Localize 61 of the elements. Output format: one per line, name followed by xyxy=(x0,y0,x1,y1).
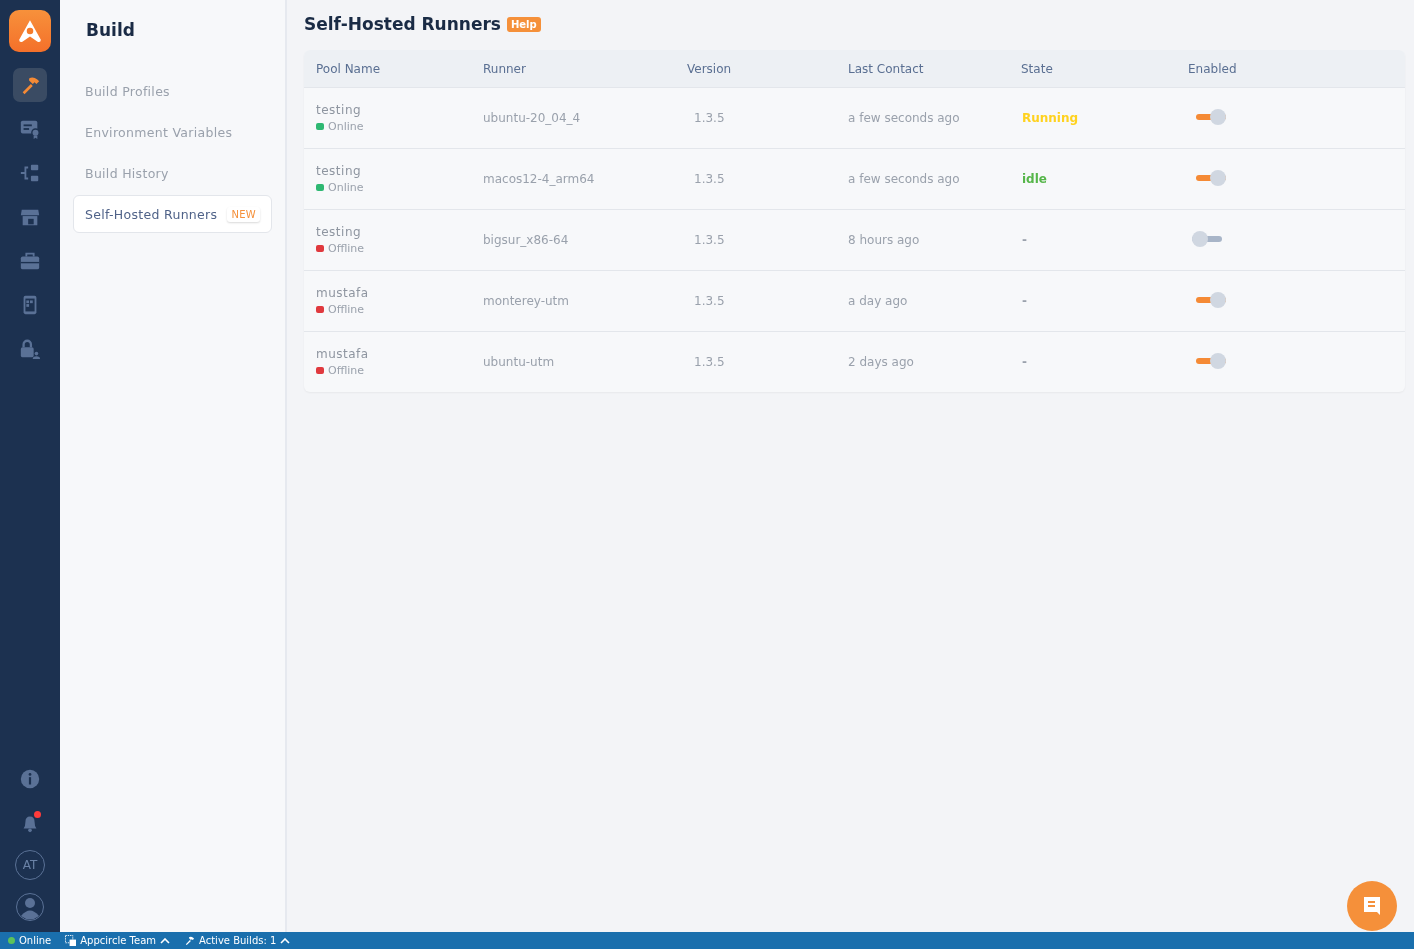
team-name[interactable]: Appcircle Team xyxy=(80,935,156,946)
state-cell-text: - xyxy=(1021,355,1028,369)
active-builds[interactable]: Active Builds: 1 xyxy=(199,935,277,946)
column-header: Runner xyxy=(483,61,527,76)
column-header: Version xyxy=(687,61,733,76)
pool-name: mustafa xyxy=(316,347,370,361)
version-cell-text: 1.3.5 xyxy=(693,355,726,369)
column-header: Enabled xyxy=(1188,61,1238,76)
user-avatar-icon[interactable] xyxy=(15,892,45,922)
runner-name: bigsur_x86-64 xyxy=(483,233,570,247)
runner-name: monterey-utm xyxy=(483,294,570,308)
status-text: Online xyxy=(328,181,364,194)
last-contact-cell-text: a few seconds ago xyxy=(848,172,961,186)
version-cell-text: 1.3.5 xyxy=(693,111,726,125)
column-header: Last Contact xyxy=(848,61,925,76)
status-text: Offline xyxy=(328,303,365,316)
state-cell-text: Running xyxy=(1021,111,1080,125)
new-badge: NEW xyxy=(227,206,260,222)
last-contact-cell-text: a few seconds ago xyxy=(848,111,961,125)
certificate-icon xyxy=(19,118,41,140)
runner-name: ubuntu-utm xyxy=(483,355,556,369)
nav-button[interactable] xyxy=(13,68,47,102)
pool-name: testing xyxy=(316,103,363,117)
info-icon[interactable] xyxy=(19,768,41,790)
column-header: State xyxy=(1021,61,1054,76)
briefcase-icon xyxy=(19,250,41,272)
chat-button[interactable] xyxy=(1347,881,1397,931)
app-logo[interactable] xyxy=(9,10,51,52)
state-cell-text: - xyxy=(1021,233,1028,247)
sidebar-item[interactable]: Build History xyxy=(73,154,272,192)
lock-icon xyxy=(19,338,41,360)
version-cell-text: 1.3.5 xyxy=(693,294,726,308)
sidebar-item[interactable]: Build Profiles xyxy=(73,72,272,110)
pool-name: testing xyxy=(316,225,363,239)
connection-status: Online xyxy=(19,935,52,946)
status-text: Offline xyxy=(328,242,365,255)
caret-icon[interactable] xyxy=(280,937,291,944)
pool-name: testing xyxy=(316,164,363,178)
version-cell-text: 1.3.5 xyxy=(693,233,726,247)
pool-name: mustafa xyxy=(316,286,370,300)
state-cell-text: - xyxy=(1021,294,1028,308)
flow-icon xyxy=(19,162,41,184)
status-text: Offline xyxy=(328,364,365,377)
sidebar-title: Build xyxy=(86,20,136,40)
sidebar-item[interactable]: Environment Variables xyxy=(73,113,272,151)
state-cell-text: idle xyxy=(1021,172,1048,186)
runner-name: ubuntu-20_04_4 xyxy=(483,111,582,125)
help-link[interactable]: Help xyxy=(506,16,541,32)
column-header: Pool Name xyxy=(316,61,382,76)
page-title: Self-Hosted Runners xyxy=(304,14,501,34)
hammer-icon xyxy=(184,935,195,946)
caret-icon[interactable] xyxy=(160,937,170,944)
last-contact-cell-text: 2 days ago xyxy=(848,355,915,369)
last-contact-cell-text: 8 hours ago xyxy=(848,233,921,247)
runner-name: macos12-4_arm64 xyxy=(483,172,596,186)
version-cell-text: 1.3.5 xyxy=(693,172,726,186)
team-icon xyxy=(65,935,77,946)
last-contact-cell-text: a day ago xyxy=(848,294,909,308)
status-text: Online xyxy=(328,120,364,133)
sidebar-item[interactable]: Self-Hosted Runners NEW xyxy=(73,195,272,233)
sidebar-item-label: Self-Hosted Runners xyxy=(85,206,218,222)
